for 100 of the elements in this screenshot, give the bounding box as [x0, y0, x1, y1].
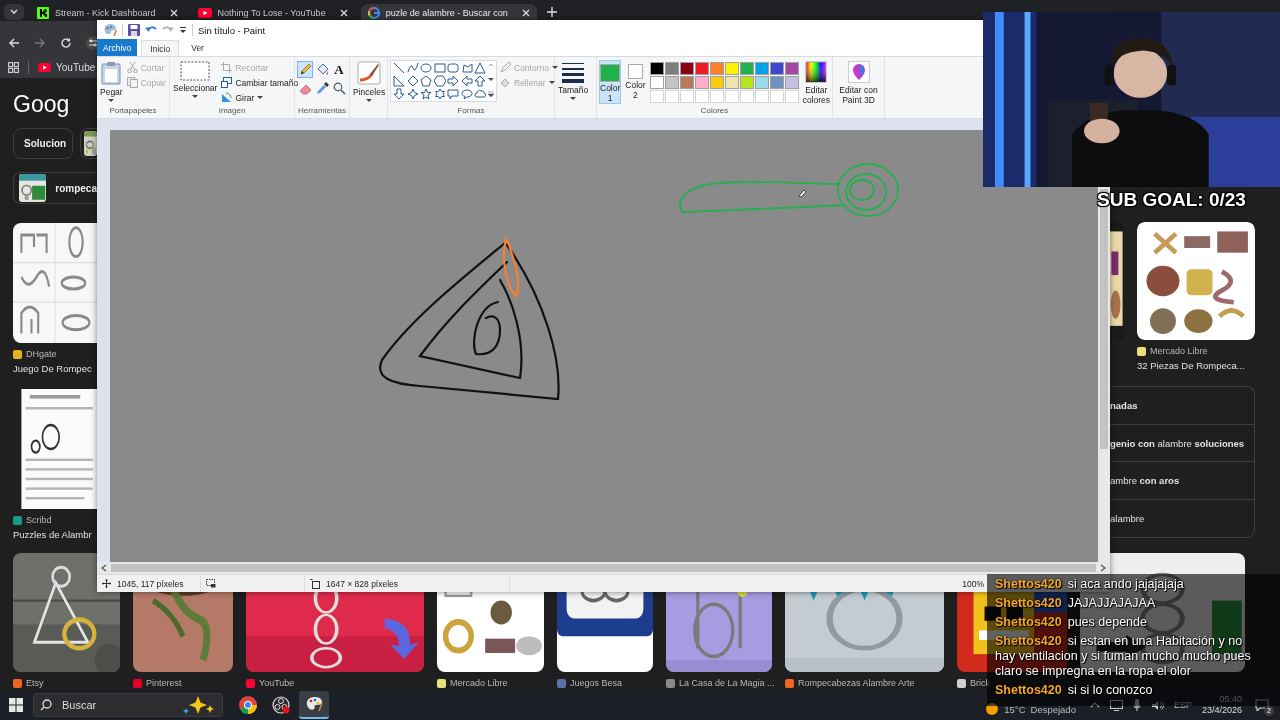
color-slot-button[interactable]: Color 2	[624, 60, 647, 104]
select-button[interactable]: Seleccionar	[172, 60, 219, 99]
palette-swatch[interactable]	[739, 76, 754, 89]
curve-icon[interactable]	[406, 62, 419, 74]
edit-colors-button[interactable]: Editar colores	[801, 60, 831, 106]
tool-button[interactable]	[331, 80, 347, 97]
up-arrow-icon[interactable]	[474, 75, 486, 87]
ribbon-tab[interactable]: Ver	[183, 40, 212, 56]
ribbon-tab[interactable]: Archivo	[97, 39, 138, 56]
polygon-icon[interactable]	[460, 62, 473, 74]
result-title[interactable]: Puzzles de Alambr	[13, 528, 97, 541]
six-point-star-icon[interactable]	[433, 88, 446, 100]
close-icon[interactable]	[169, 8, 178, 17]
cursor-icon	[798, 189, 807, 198]
caret-down-icon[interactable]	[9, 8, 19, 16]
pentagon-icon[interactable]	[420, 75, 432, 87]
scroll-right-icon[interactable]	[1100, 564, 1106, 572]
palette-swatch[interactable]	[649, 76, 664, 89]
chevron-up-icon[interactable]	[1089, 702, 1100, 708]
filter-chip[interactable]: rompeca	[13, 172, 97, 204]
search-field[interactable]: Buscar	[33, 693, 223, 717]
hexagon-icon[interactable]	[433, 75, 446, 87]
scroll-left-icon[interactable]	[101, 564, 107, 572]
tool-button[interactable]: A	[331, 61, 347, 78]
palette-swatch[interactable]	[784, 76, 799, 89]
new-tab-icon[interactable]	[546, 7, 557, 17]
clock-date[interactable]: 23/4/2026	[1201, 705, 1242, 716]
rectangle-icon[interactable]	[433, 62, 446, 74]
chat-message: Shettos420 JAJAJJAJAJAA	[995, 596, 1157, 611]
palette-swatch[interactable]	[769, 76, 784, 89]
down-arrow-icon[interactable]	[393, 88, 405, 100]
result-title[interactable]: 32 Piezas De Rompeca...	[1137, 359, 1280, 372]
triangle-icon[interactable]	[474, 62, 486, 74]
palette-swatch[interactable]	[769, 62, 784, 75]
palette-swatch[interactable]	[724, 62, 739, 75]
cloud-callout-icon[interactable]	[474, 88, 486, 100]
palette-swatch[interactable]	[724, 76, 739, 89]
caret-icon	[570, 97, 577, 100]
forward-icon[interactable]	[34, 36, 46, 49]
size-button[interactable]: Tamaño	[557, 60, 590, 101]
customize-icon[interactable]	[179, 26, 187, 34]
resize-button[interactable]: Cambiar tamaño	[221, 76, 299, 89]
color-slot-button[interactable]: Color 1	[599, 60, 622, 104]
palette-swatch[interactable]	[664, 62, 679, 75]
filter-chip[interactable]: Solucion	[13, 128, 73, 159]
result-title[interactable]: Juego De Rompec	[13, 362, 97, 375]
close-icon[interactable]	[521, 8, 530, 17]
palette-swatch[interactable]	[679, 76, 694, 89]
scrollbar-thumb[interactable]	[111, 564, 1096, 572]
line-icon[interactable]	[393, 62, 405, 74]
network-icon[interactable]	[1109, 699, 1123, 711]
browser-tab[interactable]: Stream - Kick Dashboard	[30, 4, 185, 21]
palette-swatch[interactable]	[694, 62, 709, 75]
start-icon[interactable]	[9, 698, 23, 712]
palette-swatch[interactable]	[709, 62, 724, 75]
star-icon[interactable]	[420, 88, 432, 100]
related-search-link[interactable]: alambre	[1110, 499, 1254, 537]
oval-icon[interactable]	[420, 62, 432, 74]
palette-swatch[interactable]	[664, 76, 679, 89]
bookmark-link[interactable]: YouTube	[38, 61, 96, 73]
search-input[interactable]: Buscar	[60, 698, 174, 712]
rotate-button[interactable]: Girar	[221, 91, 299, 104]
palette-swatch[interactable]	[709, 76, 724, 89]
close-icon[interactable]	[339, 8, 348, 17]
rounded-rectangle-icon[interactable]	[447, 62, 459, 74]
gallery-scroll-icon[interactable]	[488, 62, 494, 98]
apps-icon[interactable]	[8, 61, 19, 73]
tool-button[interactable]	[314, 80, 330, 97]
speaker-icon[interactable]	[1150, 699, 1164, 711]
left-arrow-icon[interactable]	[460, 75, 473, 87]
microphone-icon[interactable]	[1132, 699, 1141, 711]
paint-3d-button[interactable]: Editar con Paint 3D	[835, 60, 882, 106]
play-icon	[197, 7, 212, 18]
palette-swatch[interactable]	[754, 62, 769, 75]
brushes-button[interactable]: Pinceles	[352, 60, 387, 103]
sparkle-icon	[182, 696, 216, 714]
right-arrow-icon[interactable]	[447, 75, 459, 87]
paste-button[interactable]: Pegar	[99, 60, 124, 103]
palette-swatch[interactable]	[784, 62, 799, 75]
back-icon[interactable]	[8, 36, 20, 49]
chat-message: Shettos420 si aca ando jajajajaja	[995, 577, 1185, 592]
caret-icon	[551, 66, 558, 69]
paint-app-icon[interactable]	[103, 23, 117, 37]
save-icon[interactable]	[128, 24, 140, 36]
palette-swatch[interactable]	[694, 76, 709, 89]
right-triangle-icon[interactable]	[393, 75, 405, 87]
temperature-text: 15°C	[1004, 703, 1026, 715]
palette-swatch[interactable]	[754, 76, 769, 89]
palette-swatch[interactable]	[649, 62, 664, 75]
source-label: YouTube	[259, 678, 295, 688]
taskbar-app[interactable]	[299, 691, 329, 719]
reload-icon[interactable]	[60, 36, 72, 49]
ribbon-tab[interactable]: Inicio	[141, 40, 180, 56]
browser-tab[interactable]: Nothing To Lose - YouTube	[190, 4, 355, 21]
speech-bubble-icon[interactable]	[447, 88, 459, 100]
four-point-star-icon[interactable]	[406, 88, 419, 100]
palette-swatch[interactable]	[739, 62, 754, 75]
palette-swatch[interactable]	[679, 62, 694, 75]
oval-callout-icon[interactable]	[460, 88, 473, 100]
diamond-icon[interactable]	[406, 75, 419, 87]
